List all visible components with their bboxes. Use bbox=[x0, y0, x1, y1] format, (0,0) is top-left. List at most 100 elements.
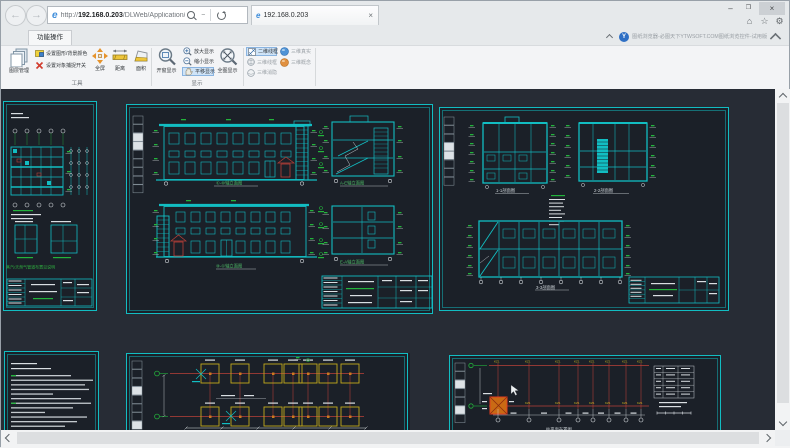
distance-label: 距离 bbox=[110, 66, 130, 72]
sheet-geometry bbox=[127, 105, 433, 314]
svg-text:KZ1: KZ1 bbox=[622, 360, 628, 364]
minimize-button[interactable]: – bbox=[723, 3, 738, 14]
ribbon-tab-operations[interactable]: 功能操作 bbox=[28, 30, 72, 45]
browser-window: ← → e http://192.168.0.203/DLWeb/Applica… bbox=[0, 0, 790, 447]
home-icon[interactable]: ⌂ bbox=[743, 16, 756, 26]
sheet-sections[interactable]: 1-1剖面图 2-2剖面图 3-3剖面图 bbox=[439, 107, 729, 311]
ribbon-collapse-chevron-icon[interactable] bbox=[770, 33, 781, 44]
mouse-cursor bbox=[511, 385, 519, 396]
caption-section-1-1: 1-1剖面图 bbox=[496, 187, 515, 194]
chevron-down-icon[interactable]: – bbox=[202, 12, 205, 18]
fullscreen-button[interactable]: 全屏 bbox=[91, 47, 109, 77]
svg-text:KZ1: KZ1 bbox=[555, 401, 561, 405]
vertical-scroll-thumb[interactable] bbox=[777, 103, 789, 403]
divider bbox=[210, 9, 211, 21]
realistic-sphere-icon bbox=[280, 47, 289, 56]
collapse-chevron-icon[interactable] bbox=[606, 34, 613, 41]
sheet-geometry bbox=[4, 102, 97, 311]
style-3d-realistic-button[interactable]: 三维真实 bbox=[279, 47, 310, 56]
forward-icon: → bbox=[31, 9, 42, 21]
scroll-up-icon[interactable] bbox=[779, 93, 787, 101]
sheet-pipe-plan[interactable]: 蒸汽/天然气管道布置见说明 bbox=[3, 101, 97, 311]
zoom-in-label: 放大显示 bbox=[194, 48, 214, 55]
set-color-button[interactable]: 设置图形/背景颜色 bbox=[34, 49, 90, 58]
distance-button[interactable]: 距离 bbox=[110, 47, 130, 77]
svg-text:KZ1: KZ1 bbox=[637, 401, 643, 405]
pan-button[interactable]: 平移显示 bbox=[182, 67, 214, 76]
favorites-star-icon[interactable]: ☆ bbox=[758, 16, 771, 27]
back-button[interactable]: ← bbox=[5, 5, 26, 26]
forward-button[interactable]: → bbox=[26, 5, 47, 26]
style-3d-conceptual-button[interactable]: 三维概念 bbox=[279, 58, 310, 67]
sheet-elevations[interactable]: ①-⑩轴立面图 A-E轴立面图 ⑩-①轴立面图 E-A轴立面图 bbox=[126, 104, 433, 314]
caption-elevation-2: ⑩-①轴立面图 bbox=[216, 263, 242, 270]
tools-group-label: 工具 bbox=[3, 79, 151, 87]
maximize-icon: ❒ bbox=[746, 5, 751, 11]
ribbon-body: 图层管理 设置图形/背景颜色 设置对象捕捉开关 bbox=[1, 45, 789, 90]
sheet-geometry bbox=[127, 354, 408, 431]
close-icon: × bbox=[770, 4, 775, 13]
area-button[interactable]: 面积 bbox=[131, 47, 151, 77]
layer-manager-label: 图层管理 bbox=[5, 68, 33, 74]
browser-titlebar: ← → e http://192.168.0.203/DLWeb/Applica… bbox=[1, 1, 789, 29]
magnifier-window-icon bbox=[157, 47, 177, 67]
tab-close-icon[interactable]: × bbox=[363, 11, 378, 20]
refresh-icon[interactable] bbox=[217, 11, 226, 20]
scroll-left-icon[interactable] bbox=[5, 434, 13, 442]
style-3d-wireframe-button[interactable]: 三维线框 bbox=[246, 58, 277, 67]
hidden-3d-icon bbox=[247, 69, 255, 77]
area-label: 面积 bbox=[131, 66, 151, 72]
svg-text:KZ1: KZ1 bbox=[605, 360, 611, 364]
url-text[interactable]: http://192.168.0.203/DLWeb/Application/Y… bbox=[61, 12, 185, 19]
ribbon-group-styles: 二维线框 三维线框 三维消隐 bbox=[246, 46, 312, 88]
fit-view-label: 全图显示 bbox=[214, 68, 241, 74]
display-group-label: 显示 bbox=[153, 79, 241, 87]
window-zoom-button[interactable]: 开窗显示 bbox=[153, 47, 180, 77]
style-3d-hidden-button[interactable]: 三维消隐 bbox=[246, 68, 277, 77]
style-3d-conceptual-label: 三维概念 bbox=[291, 59, 311, 66]
fit-view-button[interactable]: 全图显示 bbox=[214, 47, 241, 77]
drawing-canvas[interactable]: 蒸汽/天然气管道布置见说明 ①-⑩轴立面图 A-E轴立面图 ⑩-①轴立面图 E-… bbox=[1, 89, 775, 430]
settings-gear-icon[interactable]: ⚙ bbox=[773, 16, 786, 27]
style-3d-wireframe-label: 三维线框 bbox=[257, 59, 277, 66]
window-zoom-label: 开窗显示 bbox=[153, 68, 180, 74]
zoom-out-button[interactable]: 缩小显示 bbox=[182, 57, 212, 66]
sheet-column-plan[interactable]: KZ1KZ1KZ1KZ1KZ1KZ1KZ1KZ1KZ1KZ1KZ1KZ1KZ1K… bbox=[449, 355, 721, 430]
tab-title: 192.168.0.203 bbox=[263, 12, 363, 19]
style-3d-hidden-label: 三维消隐 bbox=[257, 69, 277, 76]
horizontal-scroll-thumb[interactable] bbox=[17, 432, 759, 444]
zoom-in-button[interactable]: 放大显示 bbox=[182, 47, 212, 56]
ribbon-group-display: 开窗显示 放大显示 bbox=[153, 46, 241, 88]
sheet-notes[interactable] bbox=[4, 351, 99, 430]
svg-text:KZ1: KZ1 bbox=[574, 401, 580, 405]
vertical-scrollbar[interactable] bbox=[775, 89, 790, 430]
pan-label: 平移显示 bbox=[195, 68, 215, 75]
svg-text:KZ1: KZ1 bbox=[574, 360, 580, 364]
maximize-button[interactable]: ❒ bbox=[741, 3, 756, 14]
scroll-down-icon[interactable] bbox=[779, 418, 787, 426]
scrollbar-corner bbox=[775, 430, 790, 446]
close-button[interactable]: × bbox=[759, 2, 785, 15]
group-divider bbox=[151, 48, 152, 86]
wireframe-2d-icon bbox=[248, 48, 256, 56]
sheet-foundation-plan[interactable] bbox=[126, 353, 410, 430]
set-color-label: 设置图形/背景颜色 bbox=[46, 50, 87, 57]
layer-manager-button[interactable]: 图层管理 bbox=[5, 47, 33, 77]
svg-text:KZ1: KZ1 bbox=[589, 401, 595, 405]
app-logo: Y bbox=[619, 32, 629, 42]
zoom-in-icon bbox=[183, 47, 192, 56]
svg-text:KZ1: KZ1 bbox=[589, 360, 595, 364]
search-icon[interactable] bbox=[187, 11, 195, 19]
svg-text:KZ1: KZ1 bbox=[622, 401, 628, 405]
browser-tab[interactable]: e 192.168.0.203 × bbox=[251, 5, 379, 25]
style-2d-wireframe-button[interactable]: 二维线框 bbox=[246, 47, 277, 56]
fullscreen-arrows-icon bbox=[92, 47, 108, 65]
address-bar[interactable]: e http://192.168.0.203/DLWeb/Application… bbox=[47, 6, 248, 24]
horizontal-scrollbar[interactable] bbox=[1, 430, 775, 446]
svg-text:KZ1: KZ1 bbox=[637, 360, 643, 364]
svg-text:KZ1: KZ1 bbox=[494, 360, 500, 364]
scroll-right-icon[interactable] bbox=[763, 434, 771, 442]
back-icon: ← bbox=[10, 9, 21, 21]
ribbon-group-tools: 图层管理 设置图形/背景颜色 设置对象捕捉开关 bbox=[3, 46, 151, 88]
set-osnap-button[interactable]: 设置对象捕捉开关 bbox=[34, 61, 90, 70]
